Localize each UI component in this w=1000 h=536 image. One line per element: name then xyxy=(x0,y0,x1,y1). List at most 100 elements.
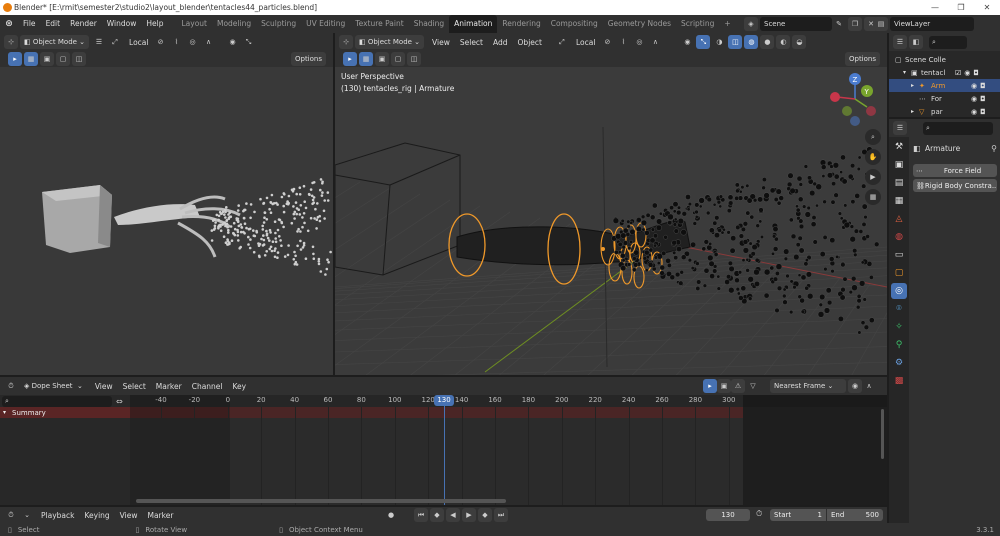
main-select-extend-icon[interactable]: ▣ xyxy=(375,52,389,66)
view-layer-selector[interactable]: ▤ ViewLayer xyxy=(874,17,974,31)
main-editor-type-icon[interactable]: ⊹ xyxy=(339,35,353,49)
properties-search-icon[interactable]: ⌕ xyxy=(923,121,993,135)
select-extend-icon[interactable]: ▣ xyxy=(40,52,54,66)
ds-menu-marker[interactable]: Marker xyxy=(156,382,182,391)
main-select-box-icon[interactable]: ▦ xyxy=(359,52,373,66)
scene-name[interactable]: Scene xyxy=(760,17,832,31)
snap-mode-dropdown[interactable]: Nearest Frame ⌄ xyxy=(770,379,846,393)
editor-type-icon[interactable]: ⊹ xyxy=(4,35,18,49)
dopesheet-editor-icon[interactable]: ⏱ xyxy=(4,379,18,393)
render-tab-icon[interactable]: ▣ xyxy=(891,157,907,173)
eye-icon[interactable]: ◉ xyxy=(964,69,970,77)
tab-rendering[interactable]: Rendering xyxy=(497,15,545,33)
tab-texture-paint[interactable]: Texture Paint xyxy=(350,15,408,33)
main-menu-add[interactable]: Add xyxy=(493,38,508,47)
hidden-icon[interactable]: ▣ xyxy=(717,379,731,393)
eye-icon[interactable]: ◉ xyxy=(971,82,977,90)
neg-z-gizmo-icon[interactable] xyxy=(850,116,860,126)
bone-tab-icon[interactable]: ⚲ xyxy=(891,337,907,353)
object-data-tab-icon[interactable]: ✧ xyxy=(891,319,907,335)
timeline-editor-icon[interactable]: ⏱ xyxy=(4,508,18,522)
camera-icon[interactable]: ◘ xyxy=(980,82,986,90)
tl-menu-view[interactable]: View xyxy=(120,511,138,520)
outliner-row-tentacles[interactable]: ▾ ▣ tentacl ☑ ◉ ◘ xyxy=(889,66,1000,79)
only-selected-icon[interactable]: ▸ xyxy=(703,379,717,393)
main-menu-view[interactable]: View xyxy=(432,38,450,47)
tab-layout[interactable]: Layout xyxy=(176,15,212,33)
play-icon[interactable]: ▶ xyxy=(462,508,476,522)
tab-modeling[interactable]: Modeling xyxy=(212,15,256,33)
next-keyframe-icon[interactable]: ◆ xyxy=(478,508,492,522)
xray-icon[interactable]: ◫ xyxy=(728,35,743,49)
dope-sheet[interactable]: ⏱ ◈ Dope Sheet ⌄ View Select Marker Chan… xyxy=(0,377,887,505)
blender-menu-icon[interactable]: ⊛ xyxy=(0,19,18,29)
tab-scripting[interactable]: Scripting xyxy=(676,15,719,33)
left-viewport-canvas[interactable] xyxy=(0,67,333,375)
prev-keyframe-icon[interactable]: ◆ xyxy=(430,508,444,522)
main-orientation[interactable]: Local xyxy=(576,38,595,47)
pin-properties-icon[interactable]: ⚲ xyxy=(991,144,997,153)
bone-constraint-tab-icon[interactable]: ⚙ xyxy=(891,355,907,371)
transform-pivot-icon[interactable]: ⤢ xyxy=(108,35,122,49)
filter-icon[interactable]: ▽ xyxy=(746,379,760,393)
summary-channel[interactable]: ▾ Summary xyxy=(0,407,130,418)
tab-animation[interactable]: Animation xyxy=(449,15,498,33)
start-frame-field[interactable]: Start 1 xyxy=(770,509,826,521)
properties-type-icon[interactable]: ☰ xyxy=(893,121,907,135)
playhead-frame-indicator[interactable]: 130 xyxy=(434,395,454,406)
expand-arrow-icon[interactable]: ▾ xyxy=(903,69,911,76)
tab-geometry-nodes[interactable]: Geometry Nodes xyxy=(603,15,676,33)
main-visibility-icon[interactable]: ◉ xyxy=(680,35,694,49)
select-tool-icon[interactable]: ▸ xyxy=(8,52,22,66)
main-viewport-canvas[interactable]: User Perspective (130) tentacles_rig | A… xyxy=(335,67,887,375)
main-menu-object[interactable]: Object xyxy=(518,38,542,47)
main-pivot-icon[interactable]: ⊘ xyxy=(600,35,614,49)
outliner-type-icon[interactable]: ☰ xyxy=(893,35,907,49)
checkbox-icon[interactable]: ☑ xyxy=(955,69,961,77)
main-options-button[interactable]: Options xyxy=(844,52,880,66)
pan-hand-icon[interactable]: ✋ xyxy=(865,149,881,165)
falloff-icon[interactable]: ∧ xyxy=(202,35,216,49)
tab-shading[interactable]: Shading xyxy=(409,15,449,33)
rigid-body-constraint-button[interactable]: ⛓ Rigid Body Constra... xyxy=(913,179,997,192)
outliner-filter-icon[interactable]: ◧ xyxy=(909,35,923,49)
rendered-shading-icon[interactable]: ◒ xyxy=(792,35,807,49)
dopesheet-timeline-area[interactable]: -40 -20 0 20 40 60 80 100 120 140 160 180 200 220 240 2… xyxy=(130,395,887,505)
main-select-intersect-icon[interactable]: ◫ xyxy=(407,52,421,66)
constraints-tab-icon[interactable]: ⌾ xyxy=(891,301,907,317)
tl-menu-marker[interactable]: Marker xyxy=(147,511,173,520)
select-subtract-icon[interactable]: ▢ xyxy=(56,52,70,66)
tab-uv-editing[interactable]: UV Editing xyxy=(301,15,350,33)
menu-help[interactable]: Help xyxy=(141,15,168,33)
collection-tab-icon[interactable]: ▭ xyxy=(891,247,907,263)
ds-menu-key[interactable]: Key xyxy=(233,382,247,391)
main-proportional-icon[interactable]: ◎ xyxy=(632,35,646,49)
menu-file[interactable]: File xyxy=(18,15,41,33)
pin-icon[interactable]: ✎ xyxy=(832,17,846,31)
left-mode-dropdown[interactable]: ◧ Object Mode ⌄ xyxy=(20,35,90,49)
tab-sculpting[interactable]: Sculpting xyxy=(256,15,301,33)
select-intersect-icon[interactable]: ◫ xyxy=(72,52,86,66)
physics-tab-icon[interactable]: ◎ xyxy=(891,283,907,299)
timeline-collapse-icon[interactable]: ⌄ xyxy=(20,508,34,522)
tool-tab-icon[interactable]: ⚒ xyxy=(891,139,907,155)
overlay-icon[interactable]: ◑ xyxy=(712,35,726,49)
proportional-icon[interactable]: ◎ xyxy=(186,35,200,49)
scene-selector[interactable]: ◈ Scene ✎ ❐ ✕ xyxy=(744,17,880,31)
proportional-edit-icon[interactable]: ◉ xyxy=(848,379,862,393)
ds-menu-view[interactable]: View xyxy=(95,382,113,391)
material-shading-icon[interactable]: ◐ xyxy=(776,35,791,49)
play-reverse-icon[interactable]: ◀ xyxy=(446,508,460,522)
visibility-icon[interactable]: ◉ xyxy=(226,35,240,49)
jump-start-icon[interactable]: ⏮ xyxy=(414,508,428,522)
outliner-row-armature[interactable]: ▸ ✦ Arm ◉ ◘ xyxy=(889,79,1000,92)
add-workspace-icon[interactable]: + xyxy=(719,15,735,33)
ds-menu-channel[interactable]: Channel xyxy=(192,382,223,391)
summary-expand-icon[interactable]: ▾ xyxy=(3,409,12,416)
jump-end-icon[interactable]: ⏭ xyxy=(494,508,508,522)
expand-arrow-icon[interactable]: ▸ xyxy=(911,82,919,89)
tl-menu-keying[interactable]: Keying xyxy=(84,511,109,520)
object-tab-icon[interactable]: ▢ xyxy=(891,265,907,281)
playhead-line[interactable] xyxy=(444,395,445,505)
main-select-tool-icon[interactable]: ▸ xyxy=(343,52,357,66)
